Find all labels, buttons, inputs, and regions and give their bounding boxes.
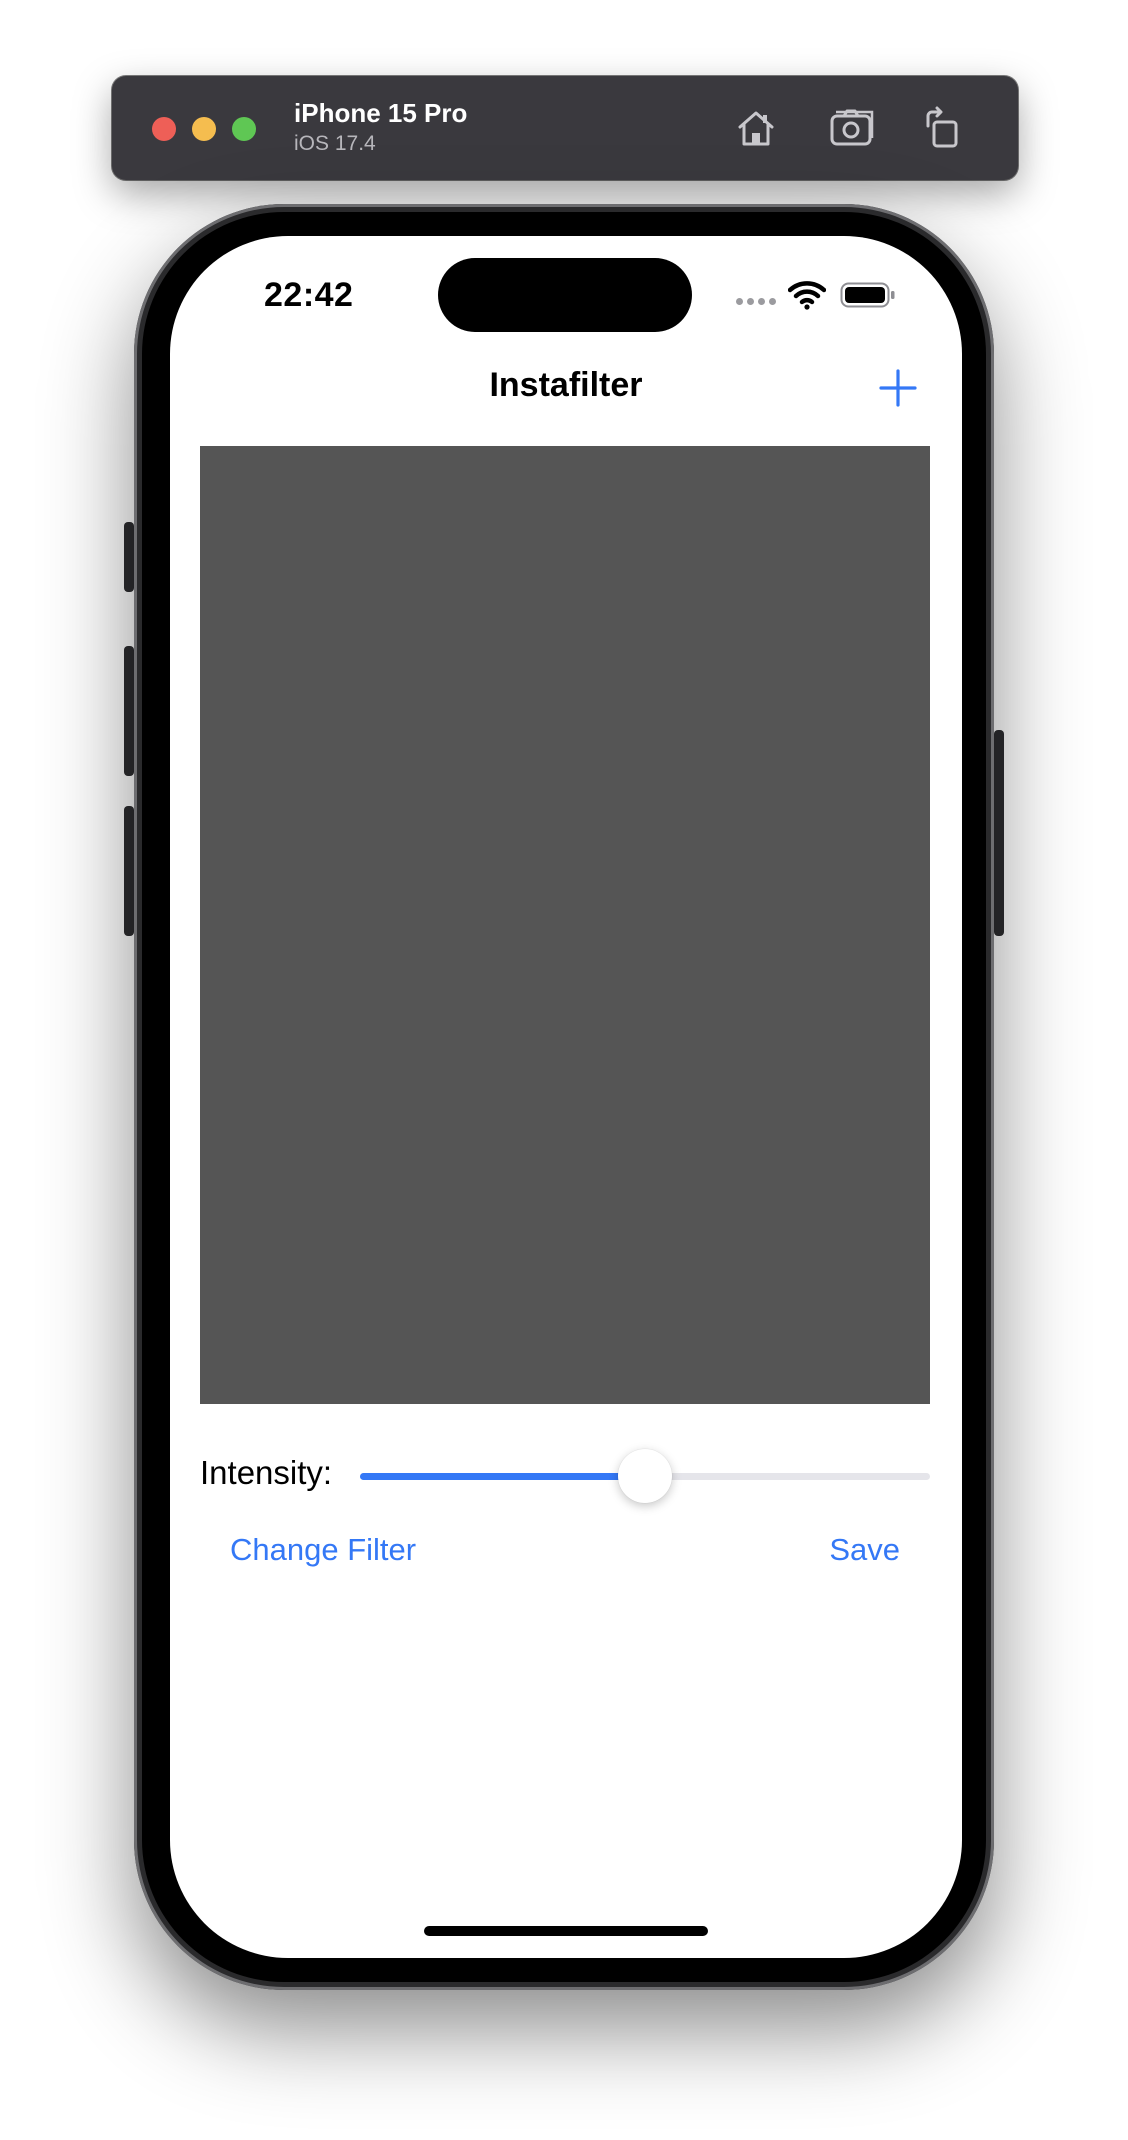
volume-up-button [124,646,134,776]
volume-down-button [124,806,134,936]
wifi-icon [787,280,827,310]
save-button[interactable]: Save [829,1532,900,1568]
add-photo-button[interactable] [874,364,922,412]
intensity-label: Intensity: [200,1454,333,1491]
nav-title: Instafilter [489,366,643,404]
slider-fill [360,1473,645,1480]
zoom-window-button[interactable] [232,117,256,141]
action-button [124,522,134,592]
home-indicator [424,1926,708,1936]
dynamic-island [438,258,692,332]
os-version: iOS 17.4 [294,132,376,155]
home-icon[interactable] [730,102,782,154]
power-button [994,730,1004,936]
phone-screen: 22:42 Instafilter Intensity: Change Filt… [170,236,962,1958]
screenshot-icon[interactable] [826,102,878,154]
slider-thumb[interactable] [618,1449,672,1503]
simulator-stage: iPhone 15 Pro iOS 17.4 22:42 Instafilter… [0,0,1128,2140]
image-preview[interactable] [200,446,930,1404]
plus-icon [879,369,917,407]
cellular-signal-icon [736,298,776,305]
rotate-icon[interactable] [916,102,968,154]
battery-icon [840,282,896,308]
change-filter-button[interactable]: Change Filter [230,1532,416,1568]
device-name: iPhone 15 Pro [294,98,468,128]
intensity-slider[interactable] [360,1449,930,1503]
simulator-toolbar: iPhone 15 Pro iOS 17.4 [112,76,1018,180]
minimize-window-button[interactable] [192,117,216,141]
status-time: 22:42 [264,276,354,314]
close-window-button[interactable] [152,117,176,141]
